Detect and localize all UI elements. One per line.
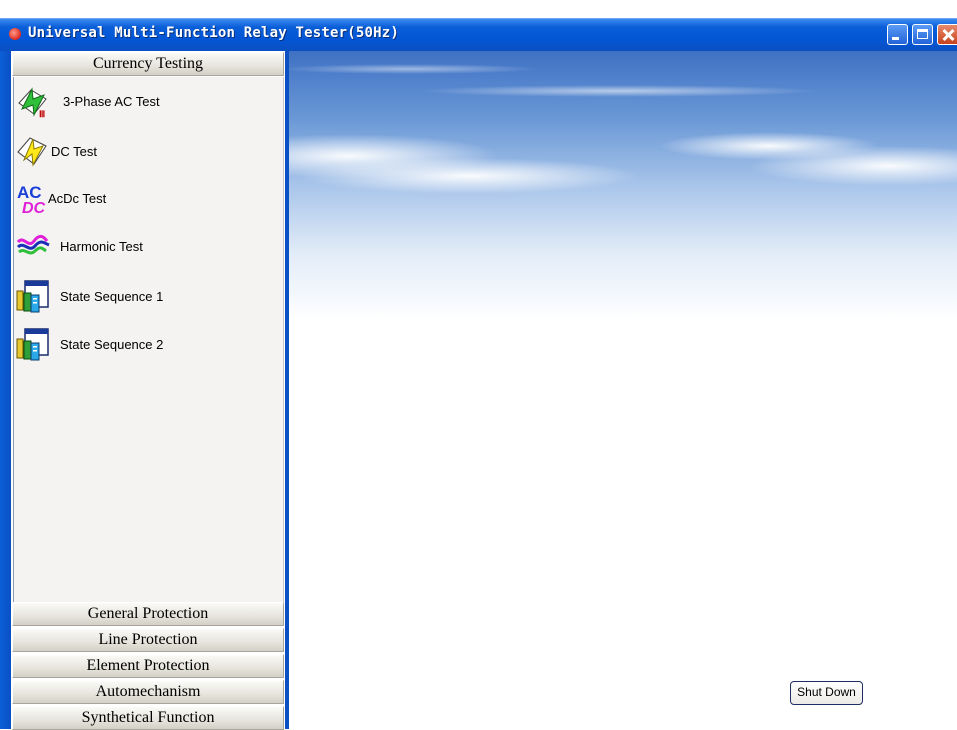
list-item-dc-test[interactable]: DC Test	[16, 132, 276, 172]
window-titlebar[interactable]: Universal Multi-Function Relay Tester(50…	[0, 18, 957, 51]
state-sequence-icon	[16, 328, 49, 361]
group-header-element-protection[interactable]: Element Protection	[12, 654, 284, 678]
list-item-state-sequence-1[interactable]: State Sequence 1	[16, 277, 276, 317]
dc-lightning-icon	[17, 137, 47, 167]
minimize-button[interactable]	[887, 24, 908, 45]
shut-down-button[interactable]: Shut Down	[790, 681, 863, 705]
list-item-label: State Sequence 1	[60, 289, 164, 304]
list-item-label: State Sequence 2	[60, 337, 164, 352]
sidebar: Currency Testing Ⅲ 3-Phase AC Test DC Te…	[11, 51, 285, 730]
list-item-label: AcDc Test	[48, 191, 107, 206]
svg-text:Ⅲ: Ⅲ	[39, 109, 45, 119]
list-item-acdc-test[interactable]: AC DC AcDc Test	[16, 179, 276, 219]
group-header-currency-testing[interactable]: Currency Testing	[12, 52, 284, 76]
window-left-border	[0, 51, 11, 729]
list-item-state-sequence-2[interactable]: State Sequence 2	[16, 325, 276, 365]
svg-text:DC: DC	[22, 200, 46, 215]
close-button[interactable]	[937, 24, 957, 45]
app-icon	[9, 28, 21, 40]
list-item-label: 3-Phase AC Test	[63, 94, 160, 109]
group-header-automechanism[interactable]: Automechanism	[12, 680, 284, 704]
list-item-3-phase-ac-test[interactable]: Ⅲ 3-Phase AC Test	[16, 83, 276, 123]
three-phase-ac-icon: Ⅲ	[18, 87, 47, 119]
group-header-general-protection[interactable]: General Protection	[12, 602, 284, 626]
test-list: Ⅲ 3-Phase AC Test DC Test AC DC AcDc Tes…	[13, 77, 284, 603]
list-item-harmonic-test[interactable]: Harmonic Test	[16, 227, 276, 267]
main-panel	[289, 51, 957, 729]
group-header-synthetical-function[interactable]: Synthetical Function	[12, 706, 284, 730]
maximize-button[interactable]	[912, 24, 933, 45]
screen-top-strip	[0, 0, 957, 18]
harmonic-wave-icon	[16, 234, 50, 255]
sky-background-image	[289, 51, 957, 321]
window-title: Universal Multi-Function Relay Tester(50…	[28, 25, 400, 41]
state-sequence-icon	[16, 280, 49, 313]
group-header-line-protection[interactable]: Line Protection	[12, 628, 284, 652]
list-item-label: DC Test	[51, 144, 97, 159]
list-item-label: Harmonic Test	[60, 239, 143, 254]
acdc-icon: AC DC	[17, 183, 46, 215]
